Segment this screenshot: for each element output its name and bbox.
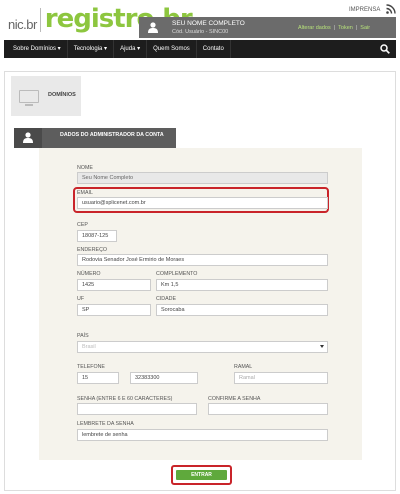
chevron-down-icon [320, 345, 324, 348]
cep-label: CEP [77, 222, 88, 228]
monitor-icon [19, 90, 39, 106]
uf-field[interactable]: SP [77, 304, 151, 316]
user-panel: SEU NOME COMPLETO Cód. Usuário - SINC00 … [139, 17, 396, 38]
imprensa-link[interactable]: IMPRENSA [349, 7, 380, 13]
sair-link[interactable]: Sair [360, 25, 370, 31]
numero-field[interactable]: 1425 [77, 279, 151, 291]
lembrete-label: LEMBRETE DA SENHA [77, 421, 134, 427]
user-icon [23, 132, 33, 143]
link-separator: | [333, 25, 336, 31]
section-icon-box [14, 128, 42, 148]
pais-selected-value: Brasil [82, 344, 96, 350]
main-nav: Sobre Domínios ▾ Tecnologia ▾ Ajuda ▾ Qu… [4, 40, 396, 58]
rss-icon[interactable] [386, 4, 396, 14]
alterar-dados-link[interactable]: Alterar dados [298, 25, 331, 31]
link-separator: | [355, 25, 358, 31]
telefone-numero-field[interactable]: 32383300 [130, 372, 198, 384]
lembrete-field[interactable]: lembrete de senha [77, 429, 328, 441]
telefone-label: TELEFONE [77, 364, 105, 370]
section-header: DADOS DO ADMINISTRADOR DA CONTA [14, 128, 176, 148]
confirme-senha-field[interactable] [208, 403, 328, 415]
nome-field: Seu Nome Completo [77, 172, 328, 184]
nav-quem-somos[interactable]: Quem Somos [147, 40, 197, 58]
nav-sobre-dominios[interactable]: Sobre Domínios ▾ [4, 40, 68, 58]
ramal-field[interactable]: Ramal [234, 372, 328, 384]
complemento-field[interactable]: Km 1,5 [156, 279, 328, 291]
complemento-label: COMPLEMENTO [156, 271, 198, 277]
nav-ajuda[interactable]: Ajuda ▾ [114, 40, 148, 58]
cidade-field[interactable]: Sorocaba [156, 304, 328, 316]
logo-nic-text: nic.br [8, 17, 37, 32]
user-code: Cód. Usuário - SINC00 [172, 29, 229, 35]
senha-label: SENHA (ENTRE 6 E 60 CARACTERES) [77, 396, 173, 402]
pais-label: PAÍS [77, 333, 89, 339]
ramal-label: RAMAL [234, 364, 253, 370]
endereco-label: ENDEREÇO [77, 247, 108, 253]
submit-highlight: ENTRAR [171, 465, 232, 485]
cidade-label: CIDADE [156, 296, 177, 302]
domains-label: DOMÍNIOS [48, 92, 76, 98]
confirme-senha-label: CONFIRME A SENHA [208, 396, 261, 402]
search-icon[interactable] [380, 44, 390, 54]
telefone-ddd-field[interactable]: 15 [77, 372, 119, 384]
email-field[interactable]: usuario@splicenet.com.br [77, 197, 328, 209]
nav-tecnologia[interactable]: Tecnologia ▾ [68, 40, 115, 58]
nome-label: NOME [77, 165, 93, 171]
domains-card[interactable]: DOMÍNIOS [11, 76, 81, 116]
nav-contato[interactable]: Contato [197, 40, 231, 58]
logo-divider [39, 8, 41, 32]
pais-select[interactable]: Brasil [77, 341, 328, 353]
email-label: EMAIL [77, 190, 93, 196]
user-name: SEU NOME COMPLETO [172, 20, 245, 27]
user-links: Alterar dados | Token | Sair [298, 25, 370, 31]
site-header: nic.br registro.br IMPRENSA SEU NOME COM… [0, 0, 400, 40]
token-link[interactable]: Token [338, 25, 353, 31]
entrar-button[interactable]: ENTRAR [176, 470, 227, 480]
cep-field[interactable]: 18087-125 [77, 230, 117, 242]
section-title: DADOS DO ADMINISTRADOR DA CONTA [60, 132, 164, 138]
numero-label: NÚMERO [77, 271, 101, 277]
endereco-field[interactable]: Rodovia Senador José Ermirio de Moraes [77, 254, 328, 266]
uf-label: UF [77, 296, 85, 302]
senha-field[interactable] [77, 403, 197, 415]
user-icon [148, 22, 158, 33]
